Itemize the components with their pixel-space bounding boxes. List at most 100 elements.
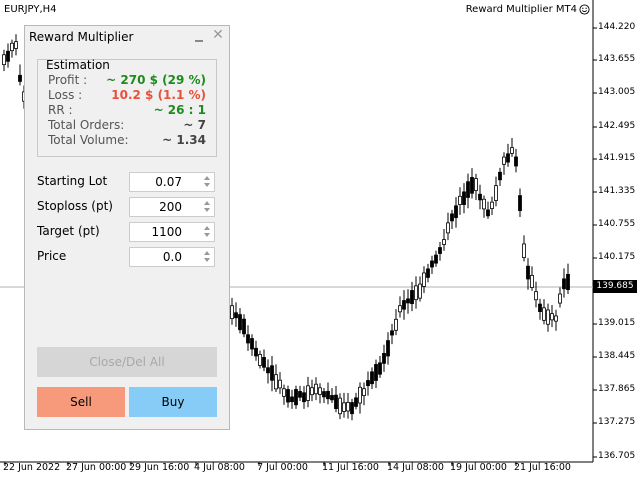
profit-row: Profit : ~ 270 $ (29 %) (48, 73, 206, 88)
candle-body (514, 156, 518, 167)
candle-body (290, 396, 294, 403)
volume-row: Total Volume: ~ 1.34 (48, 133, 206, 148)
candle-body (366, 380, 370, 387)
stoploss-input[interactable]: 200 (129, 197, 215, 217)
candle-body (262, 357, 266, 368)
candle-body (250, 338, 254, 350)
candle-body (430, 260, 434, 268)
candle-body (546, 309, 550, 325)
time-tick-label: 22 Jun 2022 (3, 462, 61, 473)
price-tick-label: 140.175 (598, 252, 636, 262)
candle-body (526, 265, 530, 280)
candle-body (458, 195, 462, 205)
candle-body (10, 42, 14, 52)
price-value: 0.0 (162, 250, 182, 264)
candle-body (314, 383, 318, 395)
candle-body (266, 367, 270, 374)
minimize-icon[interactable] (193, 30, 205, 44)
time-tick-label: 29 Jun 16:00 (129, 462, 190, 473)
orders-row: Total Orders: ~ 7 (48, 118, 206, 133)
candle-body (446, 222, 450, 234)
ea-name: Reward Multiplier MT4 (465, 4, 577, 15)
time-tick-label: 14 Jul 08:00 (387, 462, 444, 473)
target-label: Target (pt) (37, 224, 100, 238)
candle-body (254, 347, 258, 357)
candle-body (242, 318, 246, 335)
candle-body (350, 402, 354, 415)
close-all-button[interactable]: Close/Del All (37, 347, 217, 377)
panel-title: Reward Multiplier (29, 30, 134, 44)
candle-body (390, 330, 394, 336)
price-spinner[interactable] (202, 250, 212, 264)
price-tick-label: 136.705 (598, 451, 636, 461)
candle-body (566, 274, 570, 290)
candle-body (490, 201, 494, 210)
target-spinner[interactable] (202, 225, 212, 239)
volume-label: Total Volume: (48, 133, 129, 147)
candle-body (286, 389, 290, 403)
candle-body (562, 278, 566, 290)
candle-body (518, 195, 522, 212)
candle-body (538, 303, 542, 312)
price-tick-label: 144.220 (598, 22, 636, 32)
current-price-tag: 139.685 (593, 280, 637, 293)
price-tick-label: 143.005 (598, 87, 636, 97)
profit-label: Profit : (48, 73, 88, 87)
stoploss-spinner[interactable] (202, 200, 212, 214)
candle-body (486, 209, 490, 217)
candle-body (334, 394, 338, 409)
price-tick-label: 139.015 (598, 318, 636, 328)
candle-body (502, 156, 506, 165)
candle-body (346, 401, 350, 412)
candle-body (510, 147, 514, 154)
candle-body (398, 305, 402, 313)
target-value: 1100 (151, 225, 182, 239)
candle-body (282, 388, 286, 397)
target-input[interactable]: 1100 (129, 222, 215, 242)
candle-body (302, 392, 306, 403)
reward-multiplier-panel[interactable]: Reward Multiplier ✕ Estimation Profit : … (24, 25, 230, 430)
time-tick-label: 19 Jul 00:00 (450, 462, 507, 473)
loss-row: Loss : 10.2 $ (1.1 %) (48, 88, 206, 103)
candle-body (238, 314, 242, 331)
time-tick-label: 27 Jun 00:00 (66, 462, 127, 473)
candle-body (454, 205, 458, 219)
candle-body (450, 213, 454, 222)
panel-header[interactable]: Reward Multiplier ✕ (25, 26, 229, 48)
candle-body (330, 395, 334, 401)
candle-body (466, 181, 470, 198)
time-tick-label: 21 Jul 16:00 (514, 462, 571, 473)
starting-lot-spinner[interactable] (202, 175, 212, 189)
candle-body (258, 354, 262, 366)
price-tick-label: 138.445 (598, 351, 636, 361)
candle-body (550, 313, 554, 321)
sell-button[interactable]: Sell (37, 387, 125, 417)
candle-body (306, 385, 310, 401)
candle-body (470, 177, 474, 194)
close-icon[interactable]: ✕ (212, 28, 224, 42)
candle-body (558, 293, 562, 304)
candle-body (6, 50, 10, 62)
candle-body (342, 402, 346, 412)
volume-value: ~ 1.34 (162, 133, 206, 147)
candle-body (270, 365, 274, 381)
starting-lot-row: Starting Lot 0.07 (37, 172, 217, 192)
candle-body (354, 397, 358, 407)
buy-button[interactable]: Buy (129, 387, 217, 417)
candle-body (298, 391, 302, 398)
candle-body (462, 191, 466, 205)
candle-body (374, 364, 378, 381)
time-tick-label: 4 Jul 08:00 (194, 462, 245, 473)
candle-body (426, 268, 430, 278)
candle-body (442, 239, 446, 245)
symbol-label: EURJPY,H4 (4, 4, 57, 15)
starting-lot-value: 0.07 (155, 175, 182, 189)
starting-lot-input[interactable]: 0.07 (129, 172, 215, 192)
candle-body (18, 74, 22, 82)
orders-value: ~ 7 (183, 118, 206, 132)
price-input[interactable]: 0.0 (129, 247, 215, 267)
candle-body (522, 243, 526, 258)
loss-label: Loss : (48, 88, 83, 102)
candle-body (498, 171, 502, 181)
candle-body (358, 386, 362, 404)
